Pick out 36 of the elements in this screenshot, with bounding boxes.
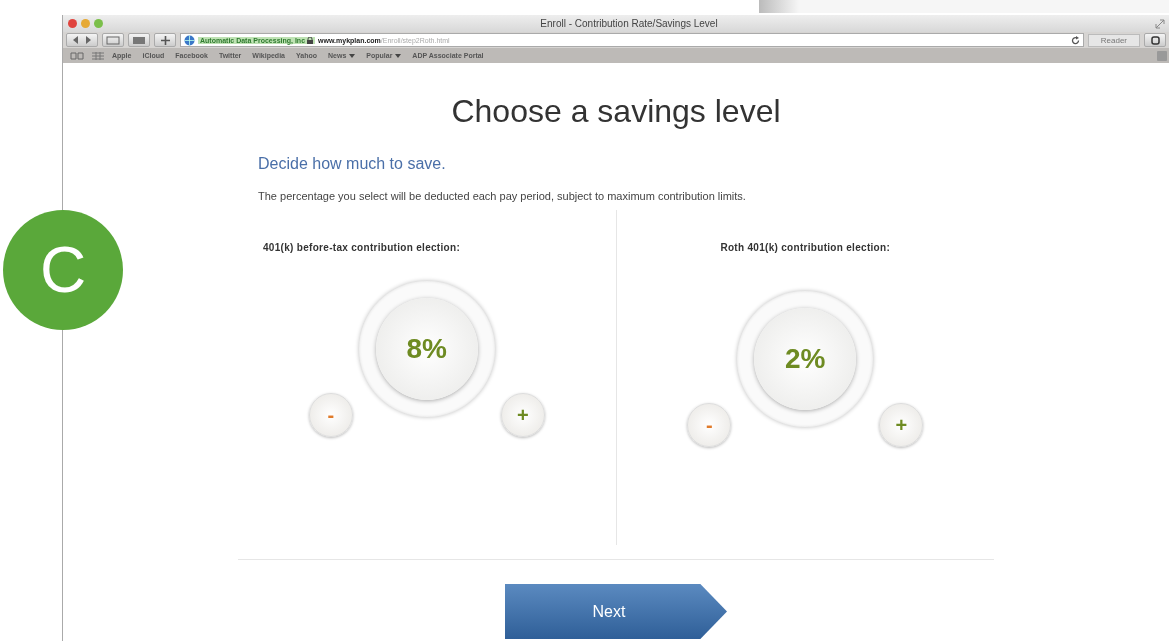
decrease-button[interactable]: - xyxy=(308,393,353,437)
decrease-button[interactable]: - xyxy=(687,403,732,447)
grid-icon[interactable] xyxy=(92,51,104,60)
percentage-value: 8% xyxy=(406,333,447,365)
back-forward-buttons[interactable] xyxy=(66,33,98,47)
rectangle-icon xyxy=(132,35,146,45)
increase-button[interactable]: + xyxy=(879,403,924,447)
globe-icon xyxy=(184,34,195,46)
close-button[interactable] xyxy=(68,19,77,28)
fullscreen-icon[interactable] xyxy=(1155,18,1165,29)
caret-icon xyxy=(349,53,356,58)
more-bookmarks-button[interactable] xyxy=(1157,50,1167,61)
tabs-button[interactable] xyxy=(128,33,150,47)
description-text: The percentage you select will be deducted each pay period, subject to maximum contribution limits. xyxy=(258,190,747,202)
share-button[interactable] xyxy=(102,33,124,47)
page-heading: Choose a savings level xyxy=(451,92,781,131)
plus-icon xyxy=(160,35,170,45)
increase-button[interactable]: + xyxy=(500,393,545,437)
election-label: 401(k) before-tax contribution election: xyxy=(263,242,461,253)
percentage-value: 2% xyxy=(785,343,826,375)
minimize-button[interactable] xyxy=(81,19,90,28)
zoom-button[interactable] xyxy=(94,19,103,28)
window-title: Enroll - Contribution Rate/Savings Level xyxy=(539,18,719,29)
reload-icon[interactable] xyxy=(1070,35,1080,45)
square-icon xyxy=(1150,35,1160,45)
caret-icon xyxy=(395,53,402,58)
election-label: Roth 401(k) contribution election: xyxy=(720,242,891,253)
window-icon xyxy=(106,35,120,45)
downloads-button[interactable] xyxy=(1144,33,1166,47)
subheading: Decide how much to save. xyxy=(258,155,447,173)
reader-button[interactable]: Reader xyxy=(1087,33,1140,47)
add-button[interactable] xyxy=(154,33,176,47)
step-badge: C xyxy=(3,210,123,330)
lock-icon xyxy=(307,36,314,44)
next-button[interactable]: Next xyxy=(505,584,727,639)
book-icon[interactable] xyxy=(70,51,84,60)
